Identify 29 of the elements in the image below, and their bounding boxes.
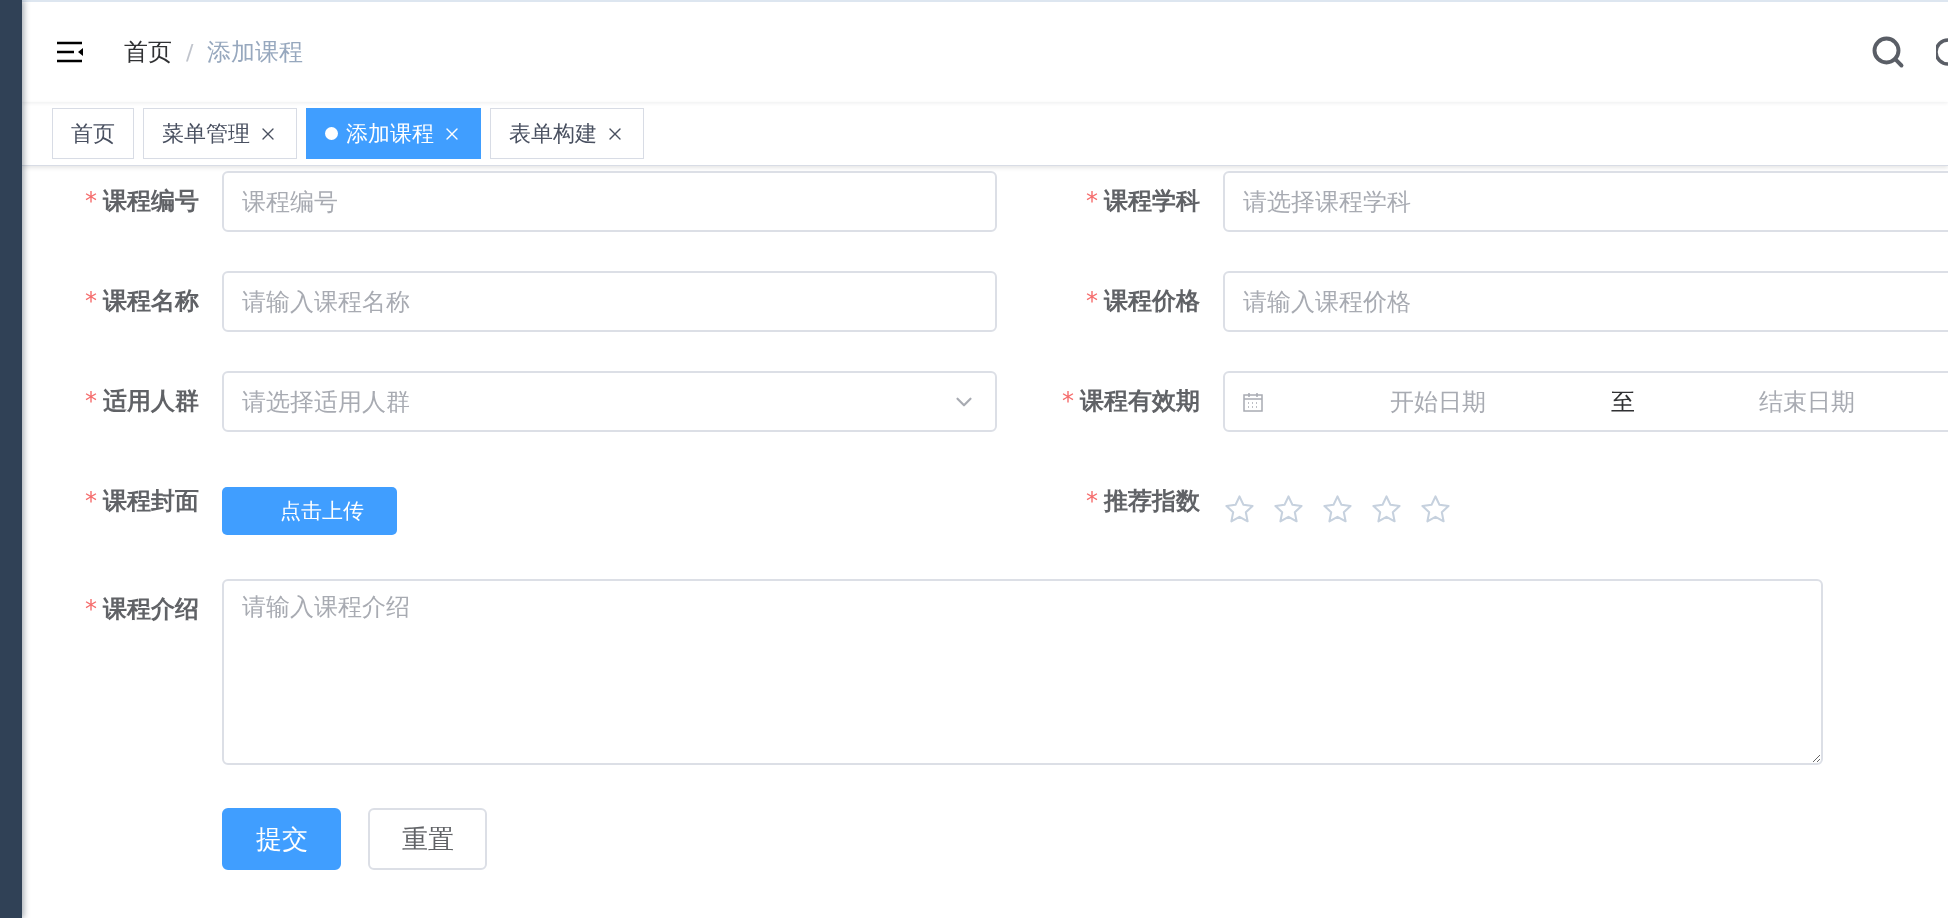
- search-icon[interactable]: [1870, 34, 1906, 70]
- field-label: * 课程学科: [1085, 186, 1200, 217]
- tag[interactable]: 表单构建: [490, 108, 644, 159]
- text-input[interactable]: 请输入课程价格: [1223, 271, 1948, 332]
- text-input[interactable]: 课程编号: [222, 171, 997, 232]
- date-range-field[interactable]: 开始日期 至 结束日期: [1223, 371, 1948, 432]
- active-dot-icon: [325, 127, 338, 140]
- tag[interactable]: 首页: [52, 108, 134, 159]
- field-label: * 课程名称: [84, 286, 199, 317]
- field-label: * 课程封面: [84, 486, 199, 517]
- breadcrumb-item: 添加课程: [207, 37, 304, 68]
- text-input[interactable]: 请选择课程学科: [1223, 171, 1948, 232]
- tag-label: 首页: [71, 119, 115, 148]
- field-label: * 课程介绍: [84, 594, 199, 625]
- tag[interactable]: 菜单管理: [143, 108, 297, 159]
- breadcrumb-item[interactable]: 首页: [124, 36, 172, 68]
- breadcrumb-separator: /: [186, 39, 194, 65]
- field-label: * 课程有效期: [1061, 386, 1200, 417]
- tag-label: 添加课程: [346, 119, 434, 148]
- textarea-field[interactable]: 请输入课程介绍: [222, 579, 1823, 765]
- field-label: * 适用人群: [84, 386, 199, 417]
- tag-label: 菜单管理: [162, 119, 250, 148]
- field-label: * 课程价格: [1085, 286, 1200, 317]
- field-label: * 课程编号: [84, 186, 199, 217]
- text-input[interactable]: 请输入课程名称: [222, 271, 997, 332]
- menu-icon[interactable]: [56, 41, 84, 63]
- tag-label: 表单构建: [509, 119, 597, 148]
- reset-button[interactable]: 重置: [368, 808, 487, 870]
- field-label: * 推荐指数: [1085, 486, 1200, 517]
